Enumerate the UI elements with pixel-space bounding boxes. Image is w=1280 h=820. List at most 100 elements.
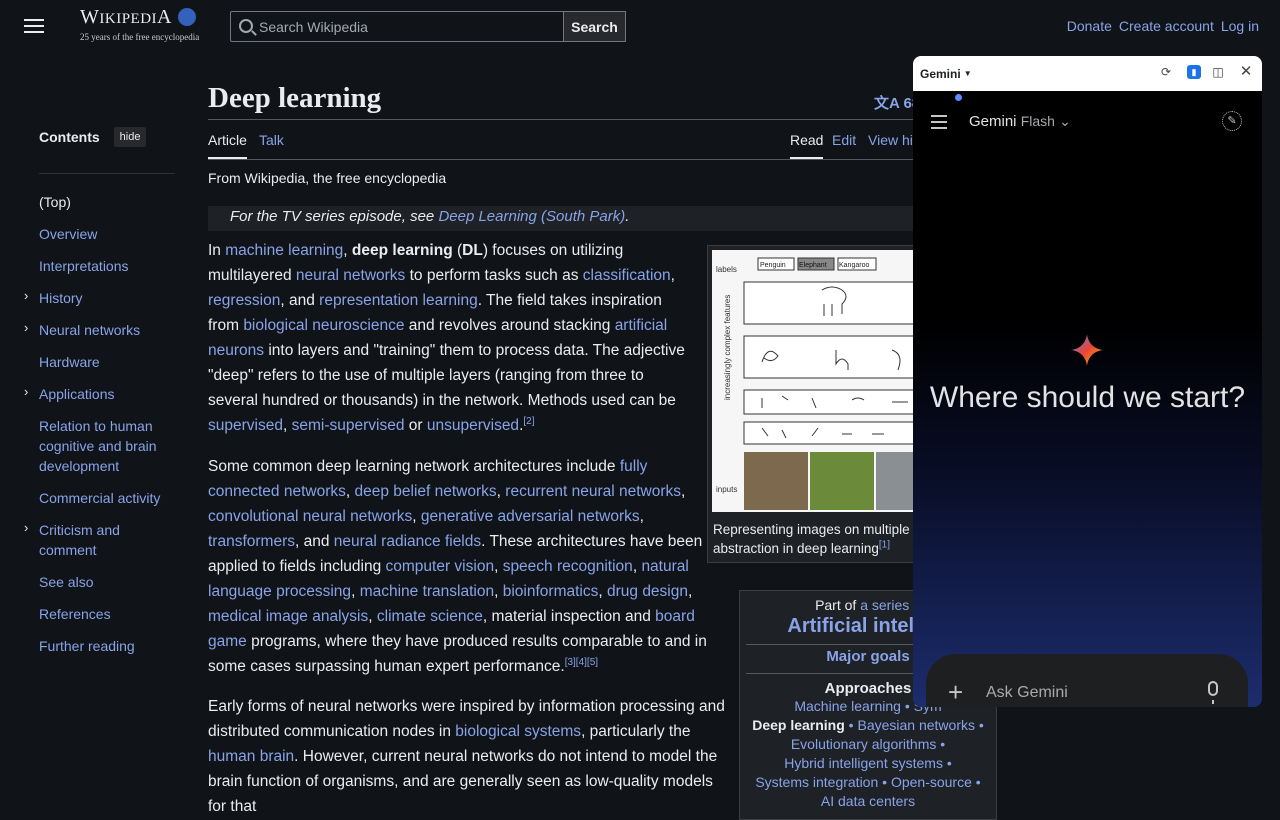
gemini-input-box[interactable]: + Ask Gemini [926, 654, 1248, 707]
link[interactable]: climate science [377, 608, 483, 625]
chevron-right-icon[interactable]: › [24, 518, 28, 538]
tab-article[interactable]: Article [208, 132, 247, 159]
new-chat-icon[interactable]: ✎ [1222, 111, 1242, 131]
link[interactable]: representation learning [319, 292, 478, 309]
link[interactable]: human brain [208, 748, 294, 765]
link[interactable]: machine learning [225, 242, 343, 259]
refresh-icon[interactable]: ⟳ [1159, 65, 1173, 79]
link[interactable]: classification [583, 267, 671, 284]
toc-item-history[interactable]: › History [24, 288, 179, 308]
toc-item-applications[interactable]: › Applications [24, 384, 179, 404]
citation[interactable]: [3][4][5] [565, 657, 598, 668]
link[interactable]: generative adversarial networks [421, 508, 640, 525]
navbox-line: Hybrid intelligent systems • [784, 755, 952, 771]
toc-item-further-reading[interactable]: Further reading [39, 636, 179, 656]
link[interactable]: semi-supervised [292, 417, 405, 434]
link[interactable]: bioinformatics [503, 583, 599, 600]
personal-tools: Donate Create account Log in [1060, 18, 1259, 34]
link[interactable]: supervised [208, 417, 283, 434]
menu-icon[interactable] [931, 115, 947, 133]
toc-item-references[interactable]: References [39, 604, 179, 624]
link[interactable]: medical image analysis [208, 608, 368, 625]
link[interactable]: unsupervised [427, 417, 519, 434]
add-icon[interactable]: + [948, 677, 963, 707]
navbox-line: Evolutionary algorithms • [790, 736, 946, 752]
search-input[interactable] [259, 12, 559, 41]
toc-hide-button[interactable]: hide [113, 126, 147, 147]
toc-item-top[interactable]: (Top) [39, 192, 179, 212]
navbox-link[interactable]: Machine learning [794, 698, 901, 714]
toc-item-see-also[interactable]: See also [39, 572, 179, 592]
page-tabs: Article Talk Read Edit View his [208, 120, 928, 160]
link[interactable]: speech recognition [503, 558, 633, 575]
gemini-input-placeholder[interactable]: Ask Gemini [986, 684, 1068, 702]
figure-inputs-label: inputs [716, 485, 737, 494]
chevron-right-icon[interactable]: › [24, 286, 28, 306]
chevron-right-icon[interactable]: › [24, 382, 28, 402]
figure-citation[interactable]: [1] [879, 540, 890, 551]
navbox-link[interactable]: AI data centers [821, 793, 915, 809]
link[interactable]: convolutional neural networks [208, 508, 412, 525]
hatnote-suffix: . [625, 208, 630, 225]
navbox-link[interactable]: Systems integration [755, 774, 878, 790]
toc-item-neural-networks[interactable]: › Neural networks [24, 320, 179, 340]
navbox-link[interactable]: Bayesian networks [857, 717, 975, 733]
navbox-link[interactable]: Open-source [891, 774, 972, 790]
tab-read[interactable]: Read [790, 132, 824, 159]
notification-dot [955, 94, 962, 101]
toc-item-overview[interactable]: Overview [39, 224, 179, 244]
navbox-series-link[interactable]: a series [860, 597, 909, 613]
toc-item-commercial[interactable]: Commercial activity [39, 488, 179, 508]
gemini-sparkle-icon [1071, 334, 1103, 366]
search-button[interactable]: Search [563, 11, 626, 42]
chevron-down-icon: ⌄ [1059, 113, 1071, 129]
split-view-icon[interactable]: ◫ [1211, 65, 1225, 79]
translate-icon: 文A [874, 95, 904, 112]
link[interactable]: regression [208, 292, 280, 309]
link[interactable]: biological systems [455, 723, 581, 740]
toc-item-relation[interactable]: Relation to human cognitive and brain de… [39, 416, 179, 476]
toc-item-hardware[interactable]: Hardware [39, 352, 179, 372]
link[interactable]: transformers [208, 533, 295, 550]
navbox-link[interactable]: Evolutionary algorithms [791, 736, 937, 752]
citation[interactable]: [2] [523, 416, 534, 427]
tab-talk[interactable]: Talk [259, 132, 284, 148]
link[interactable]: biological neuroscience [243, 317, 404, 334]
figure-axis-label: increasingly complex features [723, 295, 732, 400]
site-subtitle: From Wikipedia, the free encyclopedia [208, 170, 447, 186]
pin-icon[interactable]: ▮ [1187, 65, 1201, 79]
navbox-part-of-text: Part of [815, 597, 861, 613]
model-name: Gemini [969, 113, 1017, 130]
figure-label-kangaroo: Kangaroo [839, 262, 869, 269]
model-selector[interactable]: Gemini Flash ⌄ [969, 113, 1071, 130]
wikipedia-logo[interactable]: WIKIPEDIA 25 years of the free encyclope… [80, 6, 199, 42]
globe-icon [178, 8, 196, 26]
gemini-greeting: Where should we start? [929, 381, 1246, 414]
figure-image[interactable]: labels Penguin Elephant Kangaroo increas… [712, 250, 926, 512]
chevron-right-icon[interactable]: › [24, 318, 28, 338]
close-icon[interactable]: ✕ [1239, 64, 1253, 79]
link[interactable]: neural radiance fields [334, 533, 481, 550]
dropdown-icon[interactable]: ▼ [964, 69, 972, 78]
link[interactable]: drug design [607, 583, 688, 600]
link[interactable]: deep belief networks [354, 483, 496, 500]
tab-edit[interactable]: Edit [832, 132, 856, 148]
link[interactable]: recurrent neural networks [505, 483, 681, 500]
main-menu-icon[interactable] [24, 16, 44, 36]
navbox-link[interactable]: Hybrid intelligent systems [784, 755, 943, 771]
figure-side-label: labels [716, 265, 737, 274]
link[interactable]: computer vision [386, 558, 495, 575]
create-account-link[interactable]: Create account [1119, 18, 1214, 34]
microphone-icon[interactable] [1208, 681, 1218, 704]
figure-deep-learning-layers: labels Penguin Elephant Kangaroo increas… [707, 245, 929, 563]
toc-item-interpretations[interactable]: Interpretations [39, 256, 179, 276]
donate-link[interactable]: Donate [1067, 18, 1112, 34]
figure-caption: Representing images on multiple la abstr… [713, 520, 928, 558]
login-link[interactable]: Log in [1221, 18, 1259, 34]
toc-item-criticism[interactable]: › Criticism and comment [24, 520, 179, 560]
link[interactable]: neural networks [296, 267, 405, 284]
gemini-panel-title[interactable]: Gemini [920, 67, 961, 81]
link[interactable]: machine translation [360, 583, 494, 600]
navbox-line: AI data centers [740, 792, 996, 811]
hatnote-link[interactable]: Deep Learning (South Park) [438, 208, 625, 225]
